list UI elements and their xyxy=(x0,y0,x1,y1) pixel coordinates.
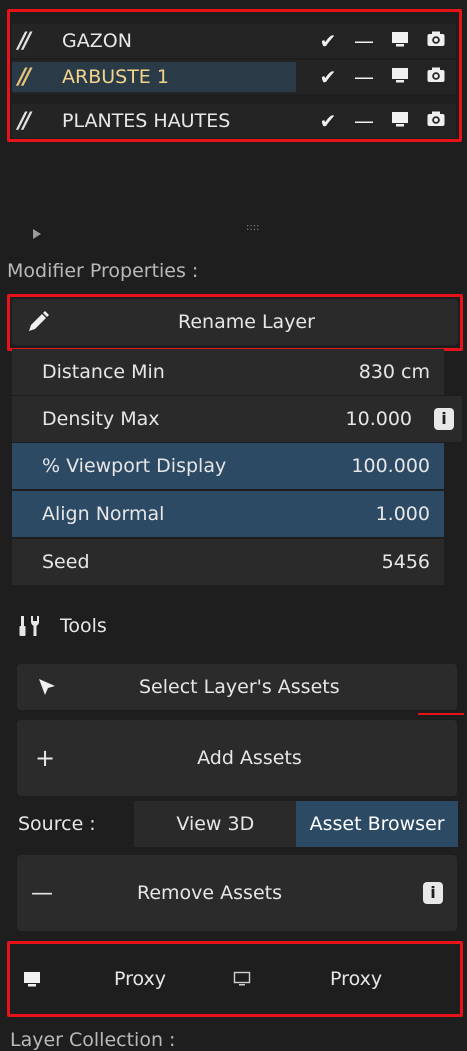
grass-icon: // xyxy=(18,108,31,134)
prop-value-wrap: 10.000 i xyxy=(346,408,454,430)
layer-toggles: ✔ — xyxy=(310,65,454,90)
monitor-icon[interactable] xyxy=(382,65,418,90)
add-assets-button[interactable]: + Add Assets xyxy=(17,720,457,796)
rename-layer-label: Rename Layer xyxy=(178,311,315,333)
layer-name-cell: // PLANTES HAUTES xyxy=(12,106,296,136)
prop-label: % Viewport Display xyxy=(42,455,227,477)
prop-value: 1.000 xyxy=(375,503,430,525)
add-assets-label: Add Assets xyxy=(197,747,302,769)
source-label: Source : xyxy=(18,813,96,835)
camera-icon[interactable] xyxy=(418,29,454,54)
prop-align-normal[interactable]: Align Normal 1.000 xyxy=(12,491,444,537)
prop-label: Seed xyxy=(42,551,90,573)
minus-icon: — xyxy=(31,880,53,906)
layer-collection-header: Layer Collection : xyxy=(10,1029,176,1051)
prop-value: 830 cm xyxy=(358,361,430,383)
minus-icon[interactable]: — xyxy=(346,109,382,133)
minus-icon[interactable]: — xyxy=(346,29,382,53)
rename-layer-button[interactable]: Rename Layer xyxy=(12,299,458,345)
monitor-icon[interactable] xyxy=(382,29,418,54)
tools-icon xyxy=(18,614,42,638)
plus-icon: + xyxy=(35,744,56,772)
check-icon[interactable]: ✔ xyxy=(310,65,346,89)
remove-assets-label: Remove Assets xyxy=(137,882,282,904)
resize-grip[interactable]: :::: xyxy=(246,222,259,233)
layer-toggles: ✔ — xyxy=(310,29,454,54)
proxy-render-label[interactable]: Proxy xyxy=(330,968,382,990)
prop-label: Align Normal xyxy=(42,503,165,525)
monitor-outline-icon[interactable] xyxy=(232,969,252,989)
layer-name-cell: // GAZON xyxy=(12,26,296,56)
pencil-icon xyxy=(26,310,50,334)
prop-value: 100.000 xyxy=(351,455,430,477)
prop-value: 5456 xyxy=(381,551,430,573)
monitor-icon[interactable] xyxy=(382,109,418,134)
cursor-arrow-icon xyxy=(37,677,57,697)
expand-arrow-icon[interactable] xyxy=(32,223,42,239)
modifier-properties-header: Modifier Properties : xyxy=(7,260,199,282)
camera-icon[interactable] xyxy=(418,65,454,90)
layer-row-plantes-hautes[interactable]: // PLANTES HAUTES ✔ — xyxy=(12,104,456,138)
layer-name: PLANTES HAUTES xyxy=(62,110,231,132)
monitor-icon[interactable] xyxy=(22,969,42,989)
source-option-asset-browser[interactable]: Asset Browser xyxy=(296,801,458,847)
check-icon[interactable]: ✔ xyxy=(310,29,346,53)
info-icon[interactable]: i xyxy=(434,408,454,430)
prop-viewport-display[interactable]: % Viewport Display 100.000 xyxy=(12,443,444,489)
grass-icon: // xyxy=(18,64,31,90)
grass-icon: // xyxy=(18,28,31,54)
prop-value: 10.000 xyxy=(345,408,412,430)
layer-name-cell: // ARBUSTE 1 xyxy=(12,62,296,92)
layer-toggles: ✔ — xyxy=(310,109,454,134)
minus-icon[interactable]: — xyxy=(346,65,382,89)
proxy-viewport-label[interactable]: Proxy xyxy=(114,968,166,990)
prop-label: Distance Min xyxy=(42,361,165,383)
select-assets-label: Select Layer's Assets xyxy=(139,676,340,698)
info-icon[interactable]: i xyxy=(423,882,443,904)
proxy-row: Proxy Proxy xyxy=(12,946,458,1012)
camera-icon[interactable] xyxy=(418,109,454,134)
select-assets-button[interactable]: Select Layer's Assets xyxy=(17,664,457,710)
layer-name: GAZON xyxy=(62,30,132,52)
prop-distance-min[interactable]: Distance Min 830 cm xyxy=(12,349,444,395)
prop-label: Density Max xyxy=(42,408,160,430)
layer-row-arbuste-1[interactable]: // ARBUSTE 1 ✔ — xyxy=(12,60,456,94)
check-icon[interactable]: ✔ xyxy=(310,109,346,133)
layer-row-gazon[interactable]: // GAZON ✔ — xyxy=(12,24,456,58)
prop-density-max[interactable]: Density Max 10.000 i xyxy=(12,396,462,442)
tools-label: Tools xyxy=(60,615,107,637)
layer-name: ARBUSTE 1 xyxy=(62,66,169,88)
tools-header: Tools xyxy=(18,614,107,638)
prop-seed[interactable]: Seed 5456 xyxy=(12,539,444,585)
remove-assets-left: — Remove Assets xyxy=(17,881,282,906)
source-row: Source : View 3D Asset Browser xyxy=(12,801,458,847)
remove-assets-button[interactable]: — Remove Assets i xyxy=(17,855,457,931)
source-option-view3d[interactable]: View 3D xyxy=(134,801,297,847)
red-guide-line xyxy=(418,713,464,715)
